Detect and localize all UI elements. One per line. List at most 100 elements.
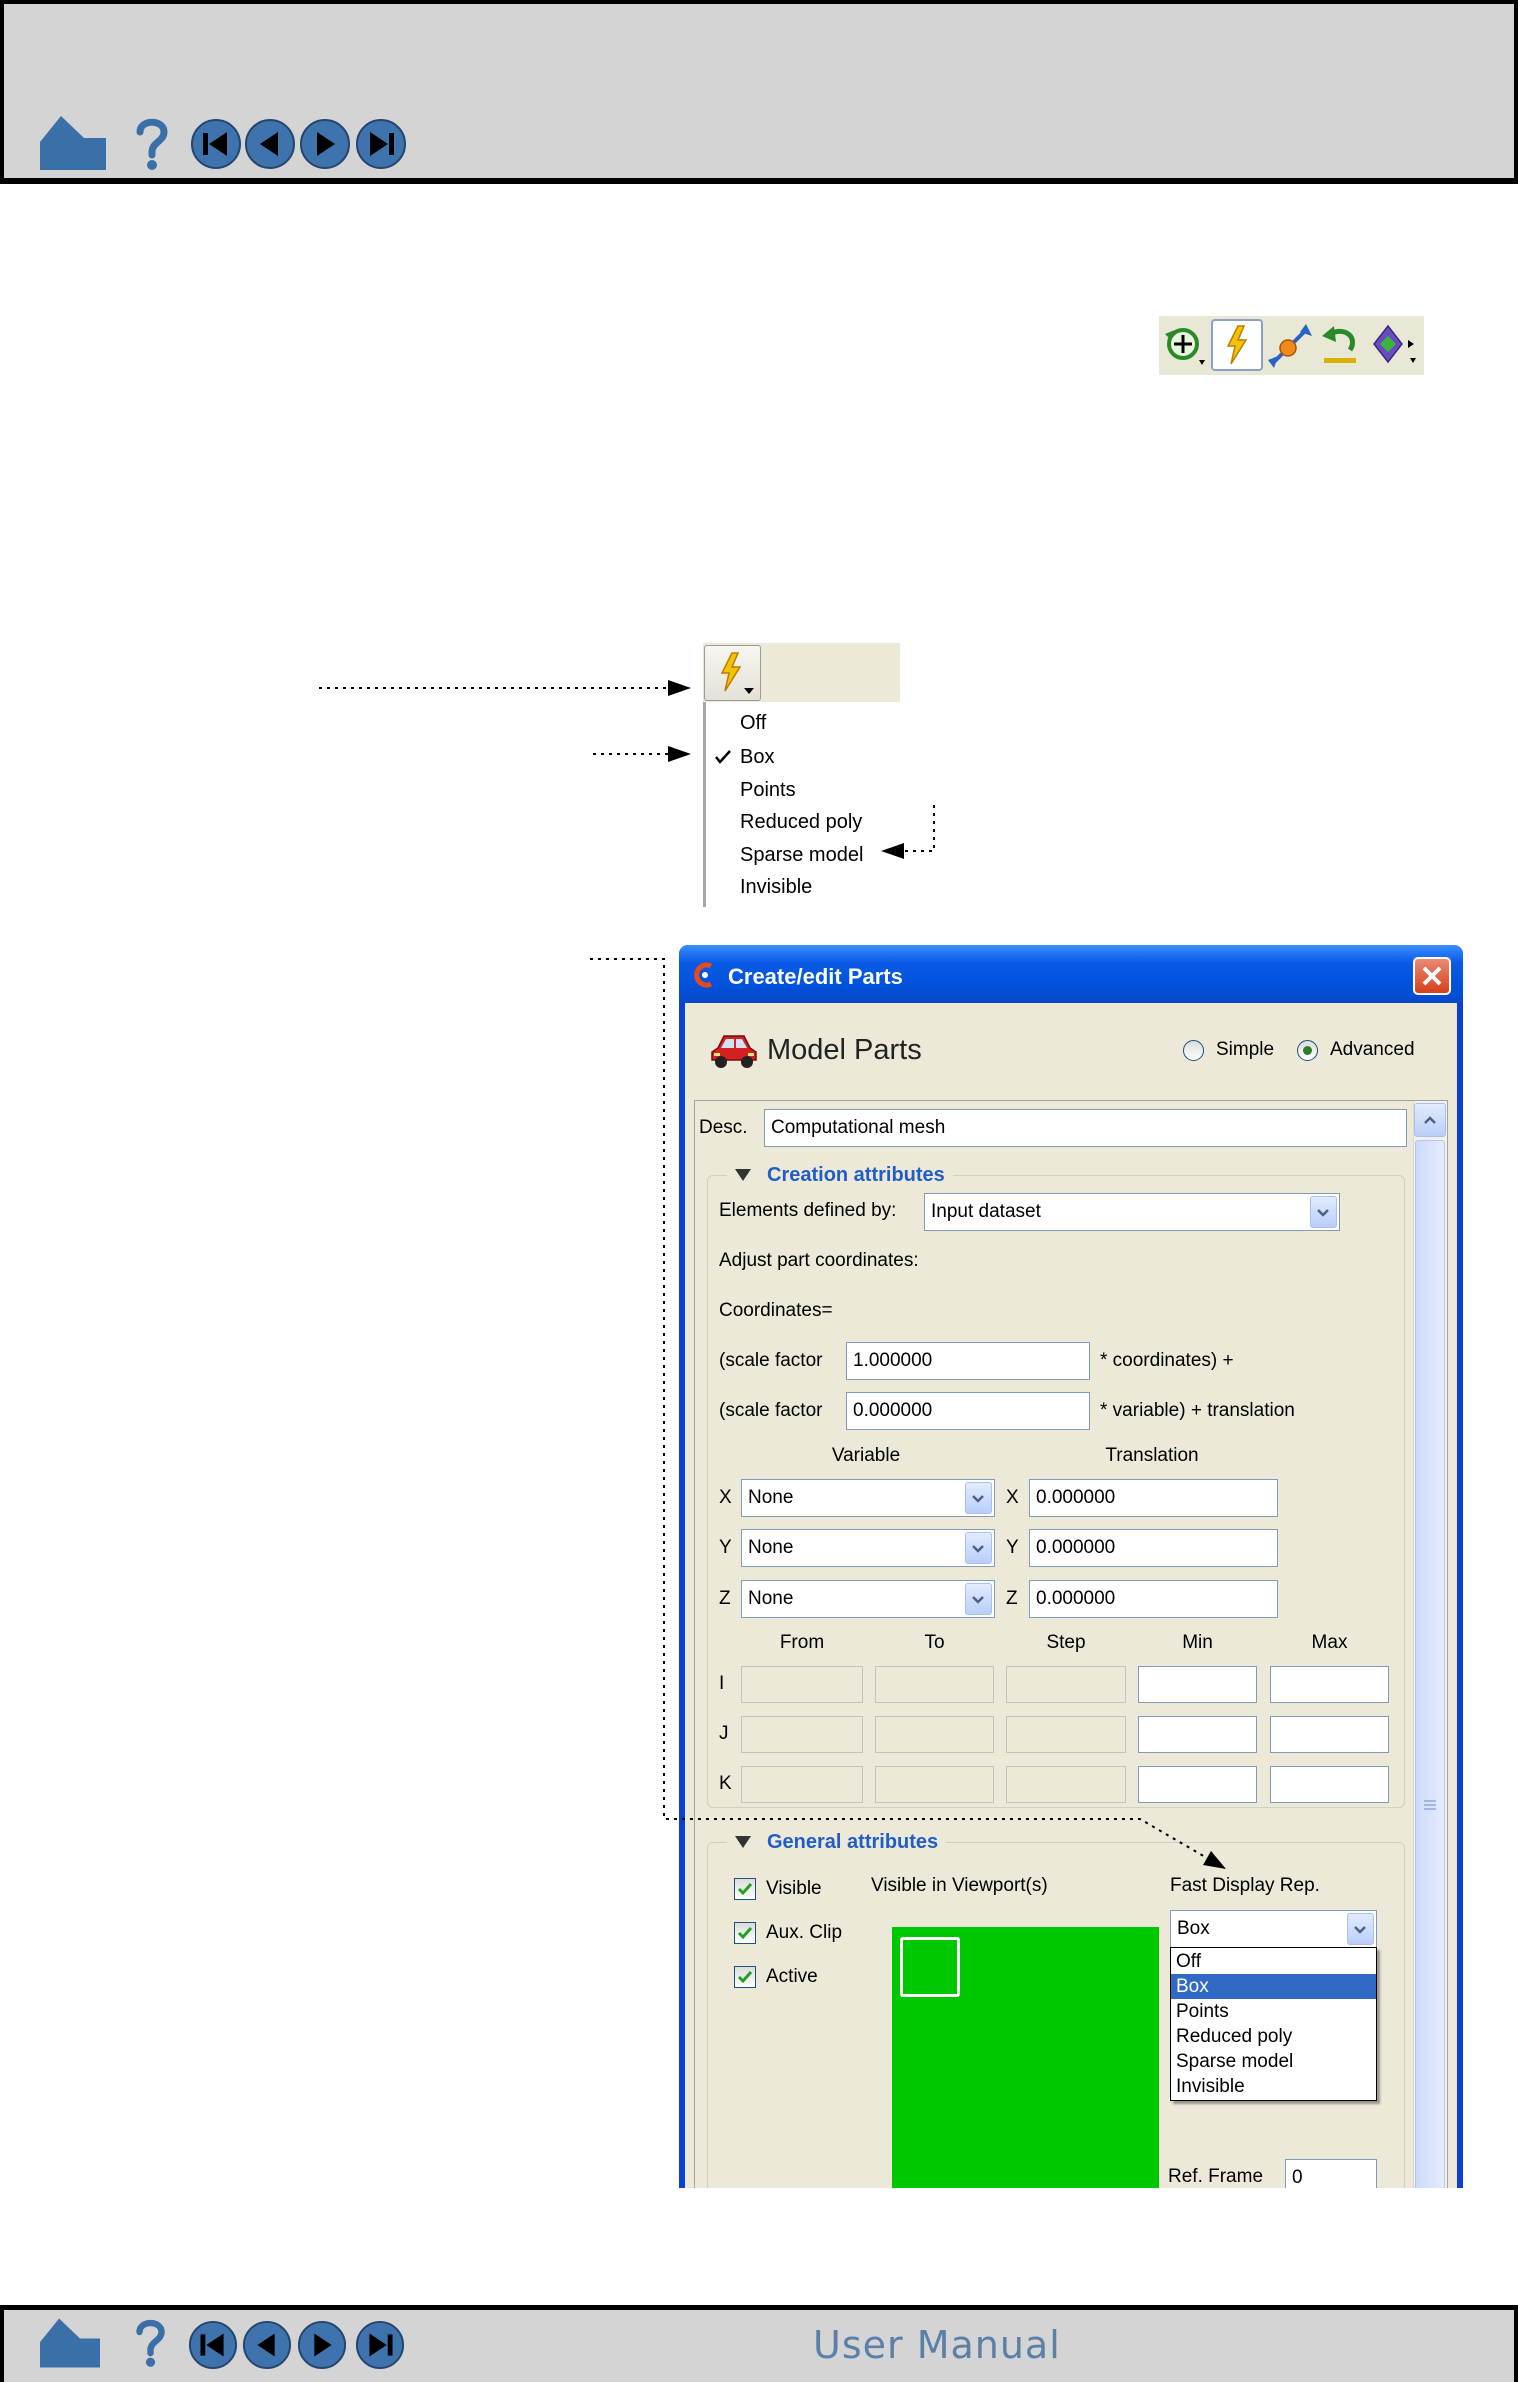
range-header-step: Step — [1046, 1632, 1086, 1653]
last-page-icon[interactable] — [355, 2320, 405, 2370]
j-from-input — [741, 1716, 863, 1753]
manual-page: Off Box Points Reduced poly Sparse model… — [0, 0, 1518, 2382]
z-variable-value: None — [748, 1588, 794, 1609]
range-header-from: From — [779, 1632, 825, 1653]
range-header-to: To — [924, 1632, 945, 1653]
y-variable-select[interactable]: None — [741, 1529, 995, 1567]
advanced-radio[interactable] — [1297, 1040, 1318, 1061]
k-min-input[interactable] — [1138, 1766, 1257, 1803]
active-checkbox[interactable] — [734, 1966, 756, 1988]
scale-factor-label: (scale factor — [719, 1350, 823, 1371]
axis-label-y: Y — [1006, 1537, 1019, 1558]
dropdown-button[interactable] — [1347, 1913, 1374, 1945]
scroll-grip-icon — [1424, 1800, 1436, 1810]
aux-clip-checkbox-label: Aux. Clip — [766, 1922, 843, 1943]
option-box[interactable]: Box — [1171, 1974, 1376, 1999]
i-max-input[interactable] — [1270, 1666, 1389, 1703]
i-from-input — [741, 1666, 863, 1703]
dropdown-button[interactable] — [965, 1482, 992, 1514]
next-page-icon[interactable] — [297, 2320, 347, 2370]
x-variable-select[interactable]: None — [741, 1479, 995, 1517]
z-translation-input[interactable]: 0.000000 — [1029, 1580, 1278, 1618]
j-max-input[interactable] — [1270, 1716, 1389, 1753]
chevron-down-icon — [1317, 1209, 1329, 1217]
axis-label-x: X — [719, 1487, 732, 1508]
coordinates-label: Coordinates= — [719, 1300, 833, 1321]
simple-radio[interactable] — [1183, 1040, 1204, 1061]
chevron-down-icon — [1354, 1926, 1366, 1934]
axis-label-z: Z — [1006, 1588, 1018, 1609]
aux-clip-checkbox[interactable] — [734, 1922, 756, 1944]
check-icon — [737, 1883, 753, 1896]
viewport-cell[interactable] — [900, 1937, 960, 1997]
collapse-triangle-icon — [735, 1836, 751, 1848]
option-points[interactable]: Points — [1171, 1999, 1376, 2024]
dialog-clip: Create/edit Parts Model Parts Simple Adv… — [0, 0, 1518, 2188]
check-icon — [737, 1927, 753, 1940]
check-icon — [737, 1971, 753, 1984]
elements-defined-label: Elements defined by: — [719, 1200, 897, 1221]
first-page-icon[interactable] — [188, 2320, 238, 2370]
fast-display-label: Fast Display Rep. — [1170, 1875, 1320, 1896]
i-min-input[interactable] — [1138, 1666, 1257, 1703]
close-icon — [1422, 966, 1442, 986]
dropdown-button[interactable] — [1310, 1196, 1337, 1228]
axis-label-y: Y — [719, 1537, 732, 1558]
prev-page-icon[interactable] — [242, 2320, 292, 2370]
k-max-input[interactable] — [1270, 1766, 1389, 1803]
dialog-title: Create/edit Parts — [728, 964, 903, 989]
x-translation-input[interactable]: 0.000000 — [1029, 1479, 1278, 1517]
general-attributes-header[interactable]: General attributes — [727, 1828, 947, 1856]
k-to-input — [875, 1766, 994, 1803]
k-step-input — [1006, 1766, 1126, 1803]
active-checkbox-label: Active — [766, 1966, 818, 1987]
option-sparse-model[interactable]: Sparse model — [1171, 2049, 1376, 2074]
range-row-label-j: J — [719, 1723, 729, 1744]
translation-column-header: Translation — [1105, 1445, 1199, 1466]
viewport-label: Visible in Viewport(s) — [871, 1875, 1048, 1896]
k-from-input — [741, 1766, 863, 1803]
coordinate-scale-input[interactable]: 1.000000 — [846, 1342, 1090, 1380]
dialog-heading: Model Parts — [767, 1034, 922, 1066]
collapse-triangle-icon — [735, 1169, 751, 1181]
fast-display-dropdown-list: Off Box Points Reduced poly Sparse model… — [1170, 1947, 1377, 2101]
dropdown-button[interactable] — [965, 1583, 992, 1615]
variable-scale-suffix: * variable) + translation — [1100, 1400, 1295, 1421]
x-variable-value: None — [748, 1487, 794, 1508]
option-off[interactable]: Off — [1171, 1949, 1376, 1974]
ref-frame-label: Ref. Frame — [1168, 2166, 1264, 2187]
general-attributes-title: General attributes — [767, 1831, 939, 1853]
option-reduced-poly[interactable]: Reduced poly — [1171, 2024, 1376, 2049]
home-icon[interactable] — [40, 2318, 100, 2368]
desc-input[interactable]: Computational mesh — [764, 1109, 1407, 1147]
visible-checkbox[interactable] — [734, 1878, 756, 1900]
ref-frame-input[interactable]: 0 — [1285, 2159, 1377, 2188]
elements-defined-select[interactable]: Input dataset — [924, 1193, 1340, 1231]
help-icon[interactable] — [134, 2317, 167, 2369]
car-icon — [711, 1035, 757, 1068]
variable-column-header: Variable — [831, 1445, 901, 1466]
elements-defined-value: Input dataset — [931, 1201, 1041, 1222]
visible-checkbox-label: Visible — [766, 1878, 822, 1899]
i-step-input — [1006, 1666, 1126, 1703]
j-to-input — [875, 1716, 994, 1753]
app-logo-icon — [694, 962, 713, 988]
footer-title: User Manual — [813, 2323, 1061, 2367]
chevron-up-icon — [1424, 1116, 1436, 1124]
creation-attributes-header[interactable]: Creation attributes — [727, 1161, 953, 1189]
fast-display-value: Box — [1177, 1918, 1210, 1939]
y-translation-input[interactable]: 0.000000 — [1029, 1529, 1278, 1567]
z-variable-select[interactable]: None — [741, 1580, 995, 1618]
coordinate-scale-suffix: * coordinates) + — [1100, 1350, 1234, 1371]
range-header-min: Min — [1182, 1632, 1213, 1653]
variable-scale-input[interactable]: 0.000000 — [846, 1392, 1090, 1430]
j-min-input[interactable] — [1138, 1716, 1257, 1753]
desc-label: Desc. — [699, 1117, 748, 1138]
fast-display-select[interactable]: Box — [1170, 1910, 1377, 1948]
chevron-down-icon — [972, 1495, 984, 1503]
scroll-thumb[interactable] — [1415, 1140, 1445, 2188]
dropdown-button[interactable] — [965, 1532, 992, 1564]
advanced-radio-label: Advanced — [1330, 1039, 1415, 1060]
option-invisible[interactable]: Invisible — [1171, 2074, 1376, 2099]
range-row-label-k: K — [719, 1773, 732, 1794]
